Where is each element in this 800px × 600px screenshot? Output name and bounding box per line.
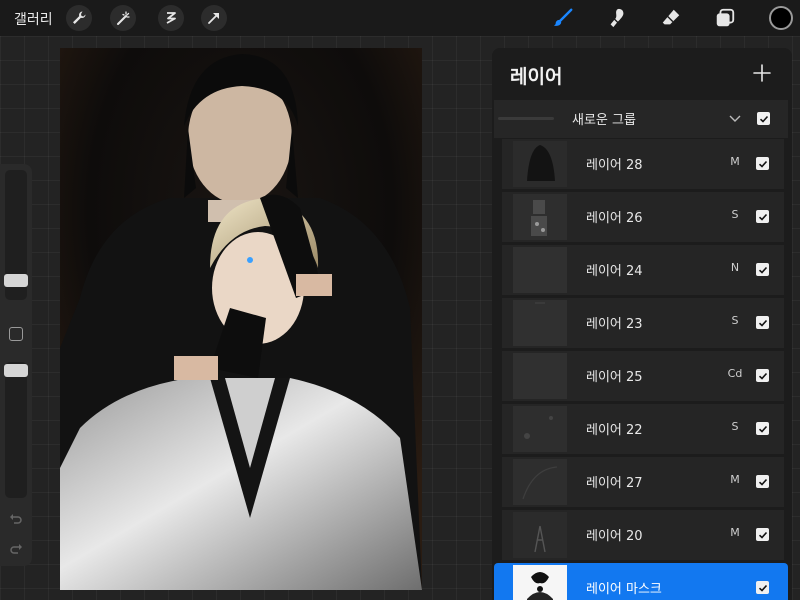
eraser-icon (662, 9, 680, 25)
layer-thumbnail (513, 353, 567, 399)
blend-mode-button[interactable]: N (724, 261, 746, 274)
layer-row[interactable]: 레이어 24 N (502, 245, 784, 295)
blend-mode-button[interactable]: Cd (724, 367, 746, 380)
adjustments-button[interactable] (110, 5, 136, 31)
layer-name: 레이어 25 (586, 370, 643, 385)
layer-visibility-checkbox[interactable] (756, 157, 769, 170)
layer-row[interactable]: 레이어 20 M (502, 510, 784, 560)
layer-thumbnail (513, 247, 567, 293)
chevron-down-icon[interactable] (728, 111, 742, 125)
group-visibility-checkbox[interactable] (757, 112, 770, 125)
layer-name: 레이어 24 (586, 264, 643, 279)
layer-visibility-checkbox[interactable] (756, 210, 769, 223)
checkmark-icon (758, 425, 767, 433)
actions-button[interactable] (66, 5, 92, 31)
wrench-icon (73, 11, 86, 24)
checkmark-icon (758, 319, 767, 327)
brush-icon (553, 8, 573, 26)
gallery-button[interactable]: 갤러리 (14, 9, 53, 29)
brush-button[interactable] (551, 6, 575, 30)
layer-thumbnail (513, 565, 567, 600)
blend-mode-button[interactable]: S (724, 314, 746, 327)
layer-thumbnail (513, 141, 567, 187)
blend-mode-button[interactable]: M (724, 473, 746, 486)
checkmark-icon (758, 266, 767, 274)
layers-panel: 레이어 새로운 그룹 레이어 28 M 레이어 26 S 레이어 24 N 레이어 23 S 레… (492, 48, 792, 600)
top-toolbar: 갤러리 (0, 0, 800, 36)
layer-visibility-checkbox[interactable] (756, 581, 769, 594)
blend-mode-button[interactable]: M (724, 155, 746, 168)
layer-row[interactable]: 레이어 22 S (502, 404, 784, 454)
layer-row[interactable]: 레이어 28 M (502, 139, 784, 189)
layer-visibility-checkbox[interactable] (756, 263, 769, 276)
undo-icon[interactable] (9, 512, 23, 526)
opacity-thumb[interactable] (4, 364, 28, 377)
checkmark-icon (758, 531, 767, 539)
checkmark-icon (758, 213, 767, 221)
checkmark-icon (758, 160, 767, 168)
layer-thumbnail (513, 459, 567, 505)
checkmark-icon (758, 584, 767, 592)
layer-thumbnail (513, 512, 567, 558)
blend-mode-button[interactable]: S (724, 208, 746, 221)
layer-thumbnail (513, 194, 567, 240)
layer-name: 레이어 26 (586, 211, 643, 226)
selection-button[interactable] (158, 5, 184, 31)
layer-row[interactable]: 레이어 마스크 (494, 563, 788, 600)
checkmark-icon (759, 115, 768, 123)
layer-row[interactable]: 레이어 25 Cd (502, 351, 784, 401)
group-thumbnail (498, 117, 554, 120)
layer-thumbnail (513, 300, 567, 346)
layer-group-row[interactable]: 새로운 그룹 (494, 100, 788, 138)
transform-arrow-icon (208, 13, 219, 24)
plus-icon[interactable] (751, 62, 773, 84)
magic-wand-icon (117, 11, 130, 25)
redo-icon[interactable] (9, 542, 23, 556)
group-name: 새로운 그룹 (572, 113, 636, 128)
layers-button[interactable] (713, 6, 737, 30)
layer-name: 레이어 20 (586, 529, 643, 544)
layer-name: 레이어 27 (586, 476, 643, 491)
blend-mode-button[interactable]: M (724, 526, 746, 539)
color-swatch[interactable] (769, 6, 793, 30)
layer-visibility-checkbox[interactable] (756, 422, 769, 435)
artwork-canvas[interactable] (60, 48, 422, 590)
transform-button[interactable] (201, 5, 227, 31)
layer-thumbnail (513, 406, 567, 452)
smudge-icon (610, 8, 624, 28)
layers-panel-title: 레이어 (510, 66, 563, 88)
blend-mode-button[interactable]: S (724, 420, 746, 433)
layer-visibility-checkbox[interactable] (756, 528, 769, 541)
smudge-button[interactable] (605, 6, 629, 30)
layer-name: 레이어 22 (586, 423, 643, 438)
opacity-slider[interactable] (4, 362, 28, 498)
layer-row[interactable]: 레이어 23 S (502, 298, 784, 348)
layer-row[interactable]: 레이어 27 M (502, 457, 784, 507)
layer-visibility-checkbox[interactable] (756, 369, 769, 382)
left-sidebar (0, 164, 32, 566)
checkmark-icon (758, 478, 767, 486)
modify-button[interactable] (9, 327, 23, 341)
layer-visibility-checkbox[interactable] (756, 316, 769, 329)
layer-row[interactable]: 레이어 26 S (502, 192, 784, 242)
selection-s-icon (166, 12, 176, 24)
brush-size-slider[interactable] (4, 170, 28, 300)
artwork-illustration (60, 48, 422, 590)
layer-visibility-checkbox[interactable] (756, 475, 769, 488)
layer-name: 레이어 마스크 (586, 582, 662, 597)
layer-name: 레이어 28 (586, 158, 643, 173)
checkmark-icon (758, 372, 767, 380)
eraser-button[interactable] (659, 6, 683, 30)
brush-size-thumb[interactable] (4, 274, 28, 287)
layers-icon (716, 8, 735, 27)
layer-name: 레이어 23 (586, 317, 643, 332)
